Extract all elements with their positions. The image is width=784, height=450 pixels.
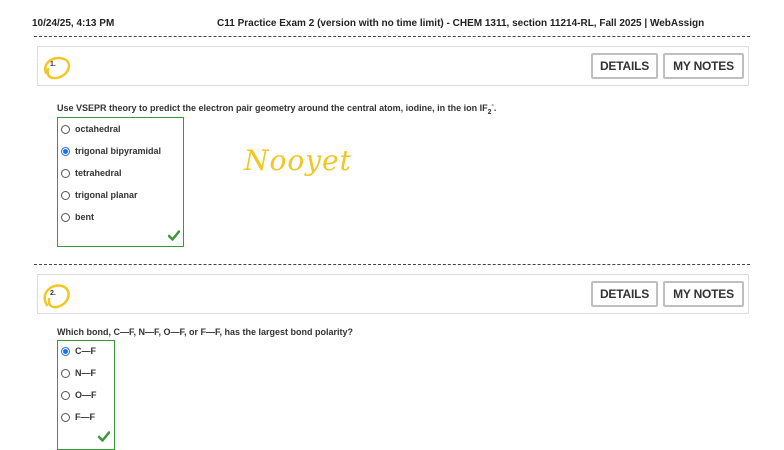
- radio-button[interactable]: [61, 412, 70, 422]
- option-trigonal-planar[interactable]: trigonal planar: [61, 189, 138, 201]
- formula-subscript: 2: [487, 108, 492, 116]
- question-1-header: 1. DETAILS MY NOTES: [37, 46, 749, 86]
- option-c-f[interactable]: C—F: [61, 345, 96, 357]
- radio-button[interactable]: [61, 168, 70, 178]
- option-n-f[interactable]: N—F: [61, 367, 96, 379]
- question-divider: [34, 264, 750, 265]
- question-number: 2.: [50, 290, 56, 297]
- correct-check-icon: [168, 230, 180, 241]
- question-2-header: 2. DETAILS MY NOTES: [37, 274, 749, 314]
- option-f-f[interactable]: F—F: [61, 411, 95, 423]
- details-button[interactable]: DETAILS: [591, 53, 658, 79]
- option-octahedral[interactable]: octahedral: [61, 123, 121, 135]
- radio-button-selected[interactable]: [61, 346, 70, 356]
- svg-text:Nooyet: Nooyet: [243, 144, 352, 177]
- correct-check-icon: [98, 431, 110, 442]
- radio-button[interactable]: [61, 212, 70, 222]
- print-timestamp: 10/24/25, 4:13 PM: [32, 18, 115, 29]
- handwritten-note: Nooyet: [243, 144, 352, 177]
- radio-button[interactable]: [61, 368, 70, 378]
- radio-button[interactable]: [61, 390, 70, 400]
- question-1-prompt: Use VSEPR theory to predict the electron…: [57, 102, 497, 116]
- details-button[interactable]: DETAILS: [591, 281, 658, 307]
- print-title: C11 Practice Exam 2 (version with no tim…: [217, 18, 705, 29]
- page-divider: [34, 36, 750, 37]
- highlight-circle-scribble: [43, 284, 70, 309]
- highlight-circle-scribble: [43, 56, 71, 80]
- option-trigonal-bipyramidal[interactable]: trigonal bipyramidal: [61, 145, 161, 157]
- print-header: 10/24/25, 4:13 PM C11 Practice Exam 2 (v…: [32, 18, 752, 32]
- answer-choices-2: C—F N—F O—F F—F: [57, 340, 115, 450]
- radio-button[interactable]: [61, 190, 70, 200]
- option-bent[interactable]: bent: [61, 211, 94, 223]
- radio-button[interactable]: [61, 124, 70, 134]
- option-o-f[interactable]: O—F: [61, 389, 97, 401]
- my-notes-button[interactable]: MY NOTES: [663, 281, 744, 307]
- my-notes-button[interactable]: MY NOTES: [663, 53, 744, 79]
- radio-button-selected[interactable]: [61, 146, 70, 156]
- answer-choices-1: octahedral trigonal bipyramidal tetrahed…: [57, 117, 184, 247]
- option-tetrahedral[interactable]: tetrahedral: [61, 167, 122, 179]
- question-2-prompt: Which bond, C—F, N—F, O—F, or F—F, has t…: [57, 327, 354, 337]
- question-number: 1.: [50, 61, 56, 68]
